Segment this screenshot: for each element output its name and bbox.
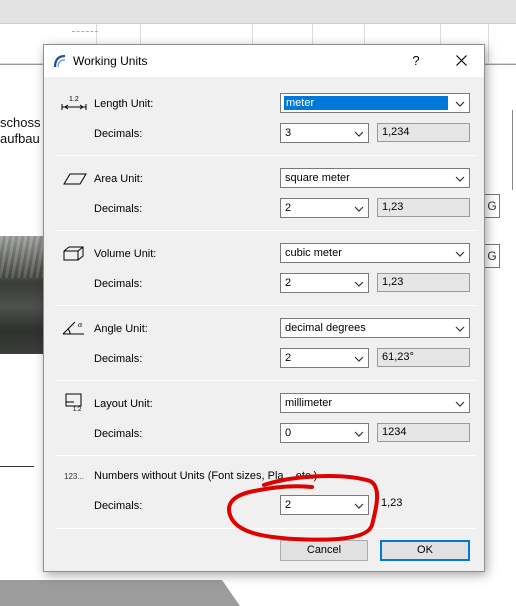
background-side-box: G [484, 194, 500, 218]
numbers-decimals-label: Decimals: [94, 500, 143, 512]
layout-unit-value: millimeter [285, 397, 333, 409]
background-text-line2: aufbau [0, 131, 40, 146]
volume-preview-value: 1,23 [382, 276, 404, 288]
numbers-preview: 1,23 [377, 495, 470, 514]
area-unit-label: Area Unit: [94, 173, 143, 185]
section-divider [56, 230, 476, 231]
numbers-icon: 123... [64, 472, 85, 481]
length-unit-label: Length Unit: [94, 98, 154, 110]
help-button[interactable]: ? [404, 49, 428, 73]
chevron-down-icon [354, 281, 364, 287]
chevron-down-icon [455, 251, 465, 257]
section-divider [56, 155, 476, 156]
background-toolbar [0, 0, 516, 24]
section-divider [56, 528, 476, 529]
layout-unit-icon: 1:2 [65, 393, 82, 412]
length-decimals-select[interactable]: 3 [280, 123, 369, 143]
length-preview: 1,234 [377, 123, 470, 142]
chevron-down-icon [354, 206, 364, 212]
area-decimals-value: 2 [285, 202, 292, 214]
layout-preview-value: 1234 [382, 426, 407, 438]
layout-decimals-label: Decimals: [94, 428, 143, 440]
background-dash-line [72, 31, 98, 32]
dialog-title: Working Units [73, 54, 148, 68]
chevron-down-icon [455, 401, 465, 407]
layout-decimals-value: 0 [285, 427, 292, 439]
chevron-down-icon [455, 326, 465, 332]
archicad-app-icon [53, 54, 66, 68]
volume-preview: 1,23 [377, 273, 470, 292]
layout-unit-label: Layout Unit: [94, 398, 153, 410]
volume-unit-value: cubic meter [285, 247, 342, 259]
angle-unit-select[interactable]: decimal degrees [280, 318, 470, 338]
angle-unit-icon: α [62, 320, 84, 335]
numbers-decimals-value: 2 [285, 499, 292, 511]
volume-unit-label: Volume Unit: [94, 248, 157, 260]
area-unit-select[interactable]: square meter [280, 168, 470, 188]
background-floor-shape [0, 580, 240, 606]
area-preview: 1,23 [377, 198, 470, 217]
chevron-down-icon [455, 176, 465, 182]
volume-unit-select[interactable]: cubic meter [280, 243, 470, 263]
volume-decimals-select[interactable]: 2 [280, 273, 369, 293]
ok-button[interactable]: OK [380, 540, 470, 561]
length-decimals-value: 3 [285, 127, 292, 139]
numbers-label: Numbers without Units (Font sizes, Pla..… [94, 470, 318, 482]
numbers-preview-value: 1,23 [381, 497, 403, 509]
area-unit-value: square meter [285, 172, 350, 184]
background-image [0, 236, 44, 354]
section-divider [56, 380, 476, 381]
background-text-line1: schoss [0, 115, 41, 130]
section-divider [56, 455, 476, 456]
cancel-button[interactable]: Cancel [280, 540, 368, 561]
length-preview-value: 1,234 [382, 126, 410, 138]
volume-decimals-value: 2 [285, 277, 292, 289]
angle-decimals-select[interactable]: 2 [280, 348, 369, 368]
background-edge-line [512, 110, 513, 190]
chevron-down-icon [354, 503, 364, 509]
length-decimals-label: Decimals: [94, 128, 143, 140]
chevron-down-icon [455, 101, 465, 107]
volume-unit-icon [63, 246, 84, 261]
area-decimals-select[interactable]: 2 [280, 198, 369, 218]
length-unit-value: meter [284, 96, 448, 110]
layout-unit-select[interactable]: millimeter [280, 393, 470, 413]
area-decimals-label: Decimals: [94, 203, 143, 215]
volume-decimals-label: Decimals: [94, 278, 143, 290]
angle-preview-value: 61,23° [382, 351, 414, 363]
angle-preview: 61,23° [377, 348, 470, 367]
length-unit-select[interactable]: meter [280, 93, 470, 113]
chevron-down-icon [354, 131, 364, 137]
area-preview-value: 1,23 [382, 201, 404, 213]
angle-decimals-value: 2 [285, 352, 292, 364]
background-line [0, 466, 34, 467]
background-side-box: G [484, 244, 500, 268]
numbers-decimals-select[interactable]: 2 [280, 495, 369, 515]
dialog-titlebar[interactable]: Working Units ? [44, 45, 484, 77]
length-unit-icon: 1.2 [61, 96, 87, 110]
close-button[interactable] [446, 49, 476, 73]
svg-text:α: α [78, 320, 83, 329]
angle-unit-label: Angle Unit: [94, 323, 148, 335]
chevron-down-icon [354, 356, 364, 362]
svg-text:1:2: 1:2 [73, 407, 82, 412]
section-divider [56, 305, 476, 306]
working-units-dialog: Working Units ? 1.2 Length Unit: meter D… [43, 44, 485, 572]
area-unit-icon [63, 173, 87, 185]
svg-text:1.2: 1.2 [69, 96, 79, 103]
chevron-down-icon [354, 431, 364, 437]
layout-preview: 1234 [377, 423, 470, 442]
layout-decimals-select[interactable]: 0 [280, 423, 369, 443]
angle-decimals-label: Decimals: [94, 353, 143, 365]
close-icon [455, 55, 467, 66]
angle-unit-value: decimal degrees [285, 322, 366, 334]
